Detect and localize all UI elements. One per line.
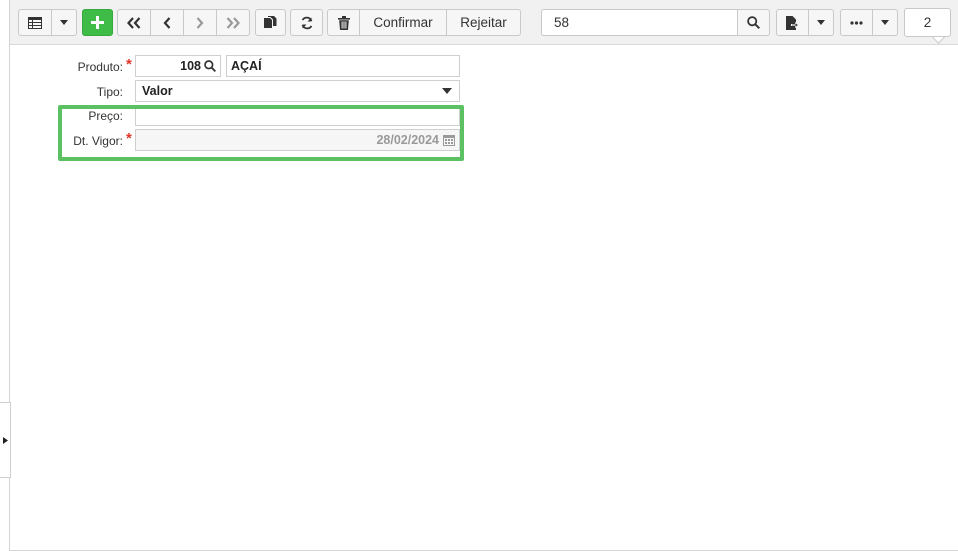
grid-icon	[28, 16, 42, 29]
export-dropdown-button[interactable]	[808, 9, 834, 36]
refresh-button[interactable]	[290, 9, 323, 36]
refresh-icon	[301, 16, 312, 29]
caret-down-icon	[442, 88, 452, 94]
price-input[interactable]	[135, 105, 460, 126]
delete-button[interactable]	[327, 9, 360, 36]
record-count-value: 2	[923, 15, 932, 30]
record-count-badge: 2	[904, 8, 951, 37]
effective-date-field[interactable]: 28/02/2024	[135, 129, 460, 151]
calendar-icon[interactable]	[443, 134, 455, 146]
confirm-button-label: Confirmar	[373, 15, 433, 30]
next-record-button[interactable]	[183, 9, 217, 36]
toolbar: Confirmar Rejeitar 58 2	[10, 0, 958, 45]
app-frame: Confirmar Rejeitar 58 2 Produto: * 108 A…	[9, 0, 958, 551]
double-chevron-left-icon	[127, 16, 141, 29]
effective-date-required-mark: *	[126, 130, 132, 147]
product-code-value: 108	[180, 59, 201, 73]
file-export-icon	[786, 15, 799, 30]
effective-date-label: Dt. Vigor:	[73, 134, 123, 148]
more-actions-dropdown-button[interactable]	[872, 9, 898, 36]
type-select[interactable]: Valor	[135, 80, 460, 102]
grid-view-button[interactable]	[18, 9, 52, 36]
first-record-button[interactable]	[117, 9, 151, 36]
add-button[interactable]	[82, 9, 113, 36]
type-select-value: Valor	[142, 84, 173, 98]
copy-icon	[264, 15, 277, 28]
trash-icon	[337, 15, 350, 30]
type-label: Tipo:	[96, 85, 123, 99]
caret-down-icon	[881, 20, 889, 25]
product-required-mark: *	[126, 56, 132, 73]
chevron-left-icon	[163, 16, 171, 29]
product-name-field[interactable]: AÇAÍ	[226, 55, 460, 77]
duplicate-button[interactable]	[255, 9, 286, 36]
ellipsis-icon	[850, 20, 863, 25]
search-input[interactable]	[541, 9, 737, 36]
search-button[interactable]	[737, 9, 770, 36]
last-record-button[interactable]	[216, 9, 250, 36]
export-button[interactable]	[776, 9, 809, 36]
caret-right-icon	[2, 436, 8, 444]
side-panel-toggle[interactable]	[0, 402, 11, 478]
effective-date-value: 28/02/2024	[376, 133, 439, 147]
reject-button[interactable]: Rejeitar	[446, 9, 521, 36]
search-icon[interactable]	[204, 60, 216, 72]
grid-view-dropdown-button[interactable]	[51, 9, 77, 36]
price-label: Preço:	[88, 109, 123, 123]
reject-button-label: Rejeitar	[460, 15, 507, 30]
chevron-right-icon	[196, 16, 204, 29]
product-code-field[interactable]: 108	[135, 55, 221, 77]
caret-down-icon	[817, 20, 825, 25]
more-actions-button[interactable]	[840, 9, 873, 36]
confirm-button[interactable]: Confirmar	[359, 9, 447, 36]
caret-down-icon	[60, 20, 68, 25]
search-icon	[747, 16, 760, 29]
previous-record-button[interactable]	[150, 9, 184, 36]
plus-icon	[91, 16, 104, 29]
product-name-value: AÇAÍ	[231, 59, 262, 73]
product-label: Produto:	[77, 60, 123, 74]
double-chevron-right-icon	[226, 16, 240, 29]
